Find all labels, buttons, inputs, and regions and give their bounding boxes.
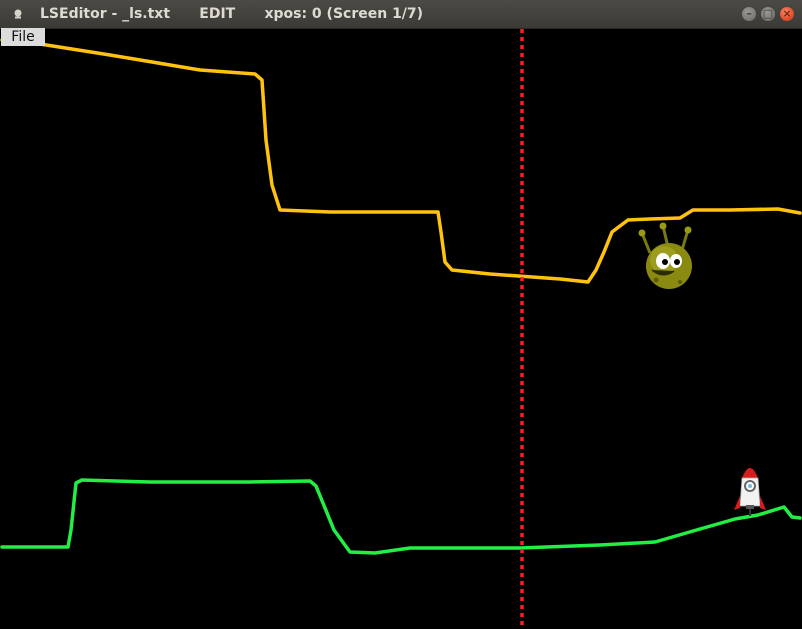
ground-line[interactable]	[0, 478, 802, 555]
alien-icon[interactable]	[638, 222, 693, 290]
ceiling-line[interactable]	[0, 38, 802, 284]
level-canvas[interactable]	[0, 0, 802, 629]
file-menu[interactable]: File	[1, 28, 45, 46]
menu-bar: File	[0, 28, 802, 46]
rocket-icon[interactable]	[734, 468, 766, 516]
app-window: LSEditor - _ls.txt EDIT xpos: 0 (Screen …	[0, 0, 802, 629]
